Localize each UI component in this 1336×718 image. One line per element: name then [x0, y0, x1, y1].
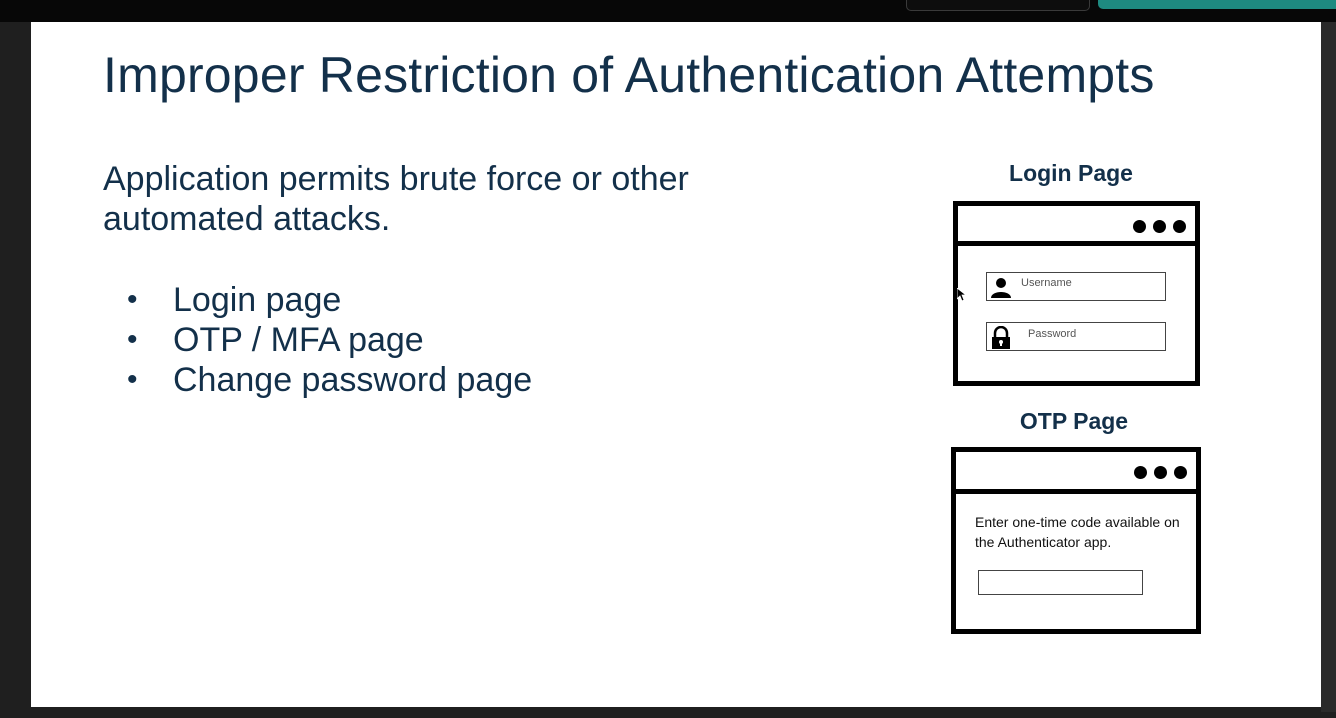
- top-bar: [0, 0, 1336, 22]
- slide-title: Improper Restriction of Authentication A…: [103, 47, 1155, 103]
- username-field: Username: [986, 272, 1166, 301]
- username-placeholder: Username: [1021, 277, 1072, 289]
- otp-code-field: [978, 570, 1143, 595]
- bullet-item: OTP / MFA page: [127, 320, 532, 360]
- more-dots-icon: [1133, 220, 1186, 233]
- otp-instruction-text: Enter one-time code available on the Aut…: [975, 514, 1180, 550]
- password-placeholder: Password: [1028, 328, 1077, 340]
- bullet-item: Change password page: [127, 360, 532, 400]
- lock-icon: [992, 326, 1010, 349]
- bullet-list: Login page OTP / MFA page Change passwor…: [127, 280, 532, 400]
- window-title-bar: [956, 452, 1196, 494]
- top-accent-button[interactable]: [1098, 0, 1336, 9]
- mouse-cursor-icon: [957, 288, 966, 302]
- slide-intro-text: Application permits brute force or other…: [103, 160, 689, 238]
- right-scroll-area: [1321, 22, 1336, 712]
- top-control-button[interactable]: [906, 0, 1090, 11]
- presentation-slide: Improper Restriction of Authentication A…: [31, 22, 1321, 707]
- otp-page-caption: OTP Page: [1019, 408, 1129, 434]
- more-dots-icon: [1134, 466, 1187, 479]
- password-field: Password: [986, 322, 1166, 351]
- user-icon: [991, 278, 1011, 298]
- window-title-bar: [958, 206, 1195, 246]
- login-page-mockup: Username Password: [953, 201, 1200, 386]
- bullet-item: Login page: [127, 280, 532, 320]
- login-page-caption: Login Page: [1009, 160, 1133, 186]
- otp-page-mockup: Enter one-time code available on the Aut…: [951, 447, 1201, 634]
